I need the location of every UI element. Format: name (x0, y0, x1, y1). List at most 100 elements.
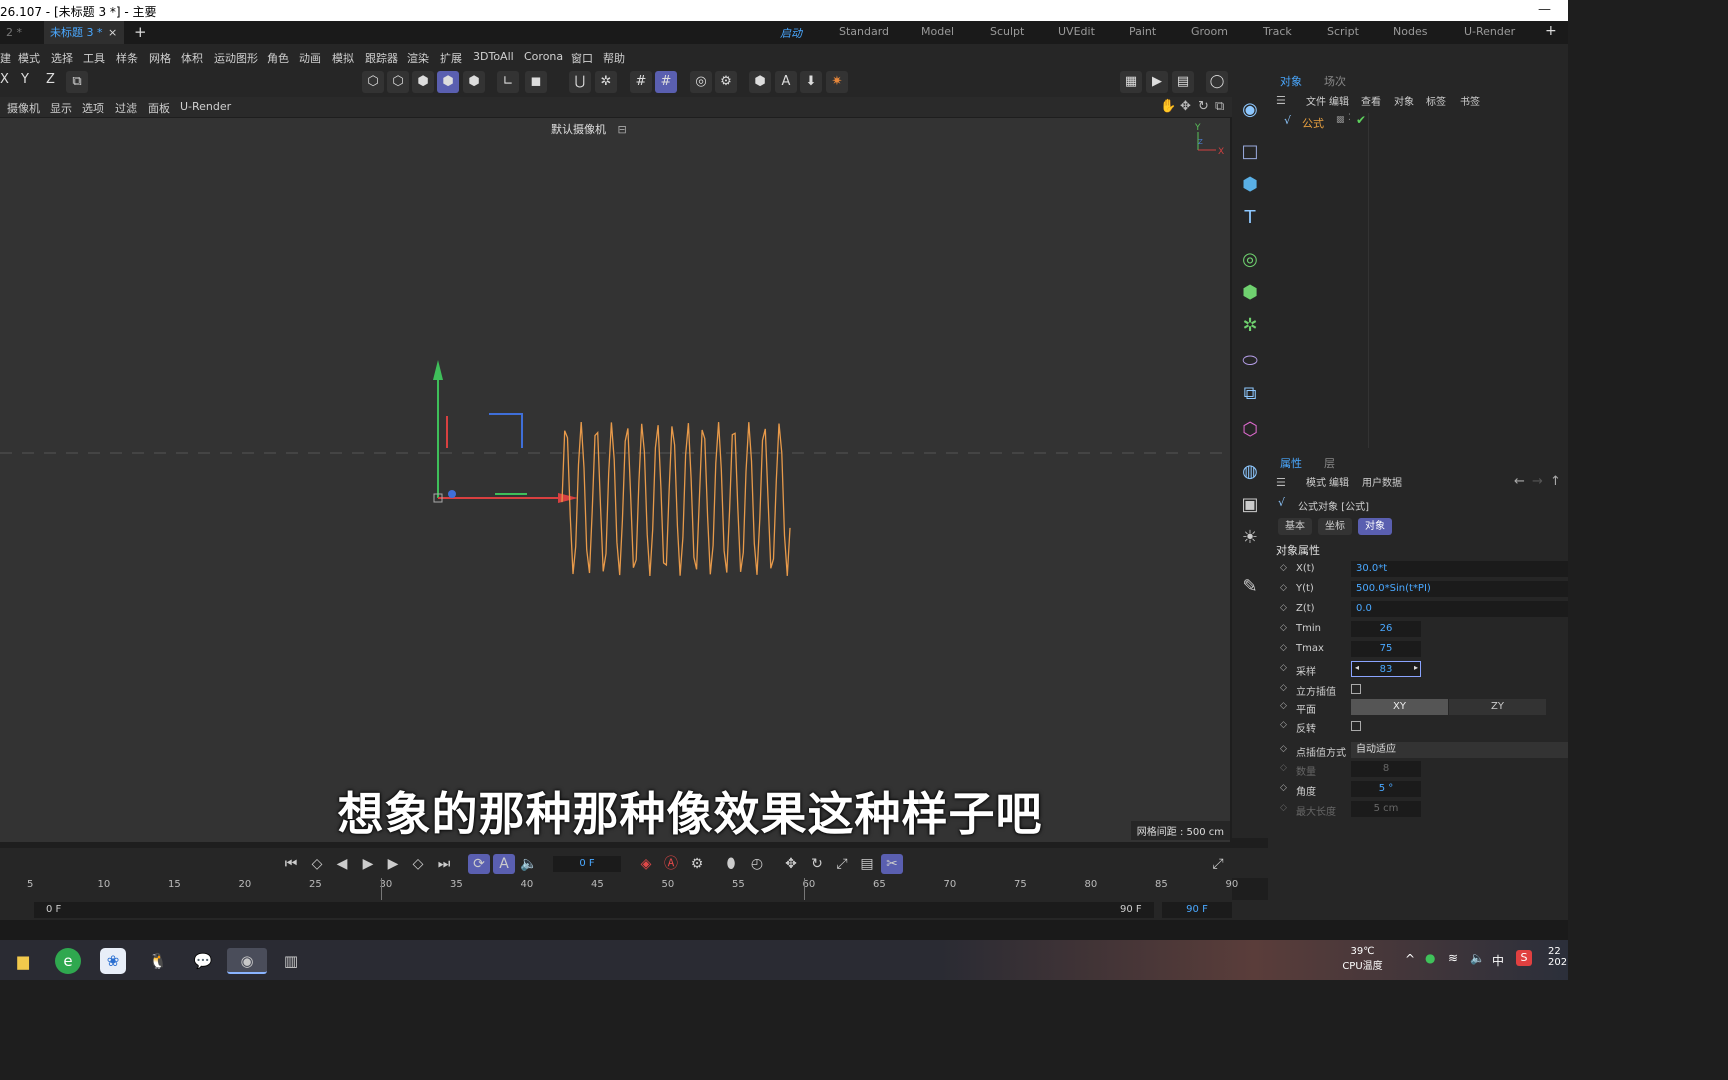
menu-item-11[interactable]: 跟踪器 (365, 50, 398, 66)
menu-item-1[interactable]: 模式 (18, 50, 40, 66)
attr-menu-item-0[interactable]: 模式 (1306, 474, 1326, 489)
axis-mode-icon[interactable]: ∟ (497, 71, 519, 93)
plugin-cube-icon[interactable]: ⬢ (749, 71, 771, 93)
object-menu-item-3[interactable]: 对象 (1394, 93, 1414, 108)
plugin-download-icon[interactable]: ⬇ (800, 71, 822, 93)
axis-z-lock-button[interactable]: Z (46, 72, 55, 87)
uv-mode-icon[interactable]: ⬢ (463, 71, 485, 93)
plane-zy-option[interactable]: ZY (1449, 699, 1546, 715)
maximize-view-icon[interactable]: ⧉ (1215, 99, 1224, 114)
menu-item-3[interactable]: 工具 (83, 50, 105, 66)
plugin-star-icon[interactable]: ✷ (826, 71, 848, 93)
key-pla-icon[interactable]: ✂ (881, 854, 903, 874)
up-arrow-icon[interactable]: ↑ (1550, 474, 1561, 489)
key-rotate-icon[interactable]: ↻ (806, 854, 828, 874)
interp-select[interactable]: 自动适应 (1351, 742, 1568, 758)
polygons-mode-icon[interactable]: ⬢ (412, 71, 434, 93)
cloner-icon[interactable]: ⬢ (1236, 279, 1264, 307)
prev-key-icon[interactable]: ◇ (306, 854, 328, 874)
viewport-menu-item-0[interactable]: 摄像机 (7, 100, 40, 116)
layout-tab-5[interactable]: Paint (1129, 25, 1156, 38)
camera-menu-icon[interactable]: ⊟ (618, 123, 627, 136)
camera-label[interactable]: 默认摄像机 ⊟ (551, 121, 627, 137)
layout-tab-7[interactable]: Track (1263, 25, 1292, 38)
visibility-toggle-icon[interactable]: ▩ (1336, 115, 1345, 125)
coordinate-system-icon[interactable]: ⧉ (66, 71, 88, 93)
effector-icon[interactable]: ✲ (1236, 312, 1264, 340)
object-menu-item-5[interactable]: 书签 (1460, 93, 1480, 108)
object-menu-item-2[interactable]: 查看 (1361, 93, 1381, 108)
goto-end-icon[interactable]: ⏭ (433, 854, 455, 874)
next-frame-icon[interactable]: ▶ (382, 854, 404, 874)
layout-tab-1[interactable]: Standard (839, 25, 889, 38)
viewport-menu-item-5[interactable]: U-Render (180, 100, 231, 113)
attr-row-field[interactable]: 75 (1351, 641, 1421, 657)
keyframe-settings-icon[interactable]: ⚙ (686, 854, 708, 874)
layout-tab-0[interactable]: 启动 (780, 25, 802, 41)
menu-item-5[interactable]: 网格 (149, 50, 171, 66)
layout-tab-4[interactable]: UVEdit (1058, 25, 1095, 38)
menu-item-16[interactable]: 窗口 (571, 50, 593, 66)
enabled-check-icon[interactable]: ✔ (1356, 113, 1366, 127)
edit-render-settings-icon[interactable]: ▤ (1172, 71, 1194, 93)
generator-icon[interactable]: ◎ (1236, 246, 1264, 274)
prev-frame-icon[interactable]: ◀ (331, 854, 353, 874)
viewport-menu-item-4[interactable]: 面板 (148, 100, 170, 116)
sound-icon[interactable]: 🔈 (518, 854, 540, 874)
tab-takes[interactable]: 场次 (1324, 73, 1346, 89)
play-icon[interactable]: ▶ (357, 854, 379, 874)
menu-item-6[interactable]: 体积 (181, 50, 203, 66)
attr-menu-item-1[interactable]: 编辑 (1329, 474, 1349, 489)
key-position-icon[interactable]: ⬮ (720, 854, 742, 874)
move-camera-icon[interactable]: ✥ (1180, 99, 1191, 114)
menu-item-15[interactable]: Corona (524, 50, 563, 63)
maxlen-field[interactable]: 5 cm (1351, 801, 1421, 817)
loop-icon[interactable]: ⟳ (468, 854, 490, 874)
snap-settings-icon[interactable]: ✲ (595, 71, 617, 93)
object-menu-item-1[interactable]: 编辑 (1329, 93, 1349, 108)
key-param-icon[interactable]: ▤ (856, 854, 878, 874)
render-dots-icon[interactable]: ⁚ (1348, 113, 1351, 123)
edges-mode-icon[interactable]: ⬡ (387, 71, 409, 93)
reverse-checkbox[interactable] (1351, 721, 1361, 731)
attr-hamburger-icon[interactable]: ☰ (1276, 476, 1286, 489)
keyframe-diamond-icon[interactable]: ◇ (1280, 623, 1287, 633)
layout-tab-2[interactable]: Model (921, 25, 954, 38)
null-object-icon[interactable]: □ (1236, 138, 1264, 166)
menu-item-4[interactable]: 样条 (116, 50, 138, 66)
menu-item-0[interactable]: 建 (0, 50, 11, 66)
viewport-menu-item-1[interactable]: 显示 (50, 100, 72, 116)
layout-tab-3[interactable]: Sculpt (990, 25, 1024, 38)
back-arrow-icon[interactable]: ← (1514, 474, 1525, 489)
3d-viewport[interactable]: Y X Z 默认摄像机 ⊟ 想象的那种那种像效果这种样子吧 网格间距 : 500… (0, 118, 1230, 842)
timeline-expand-icon[interactable]: ⤢ (1207, 854, 1229, 874)
tray-wechat-icon[interactable]: ● (1425, 951, 1435, 965)
increment-arrow-icon[interactable]: ▸ (1414, 663, 1418, 672)
tray-chevron-icon[interactable]: ^ (1405, 952, 1415, 966)
live-selection-icon[interactable]: ◉ (1236, 96, 1264, 124)
snap-icon[interactable]: ⋃ (569, 71, 591, 93)
subtab-coord[interactable]: 坐标 (1318, 518, 1352, 535)
deformer-icon[interactable]: ⬭ (1236, 347, 1264, 375)
plugin-a-icon[interactable]: A (775, 71, 797, 93)
layout-tab-8[interactable]: Script (1327, 25, 1359, 38)
decrement-arrow-icon[interactable]: ◂ (1355, 663, 1359, 672)
key-move-icon[interactable]: ✥ (780, 854, 802, 874)
menu-item-10[interactable]: 模拟 (332, 50, 354, 66)
menu-item-17[interactable]: 帮助 (603, 50, 625, 66)
object-menu-item-4[interactable]: 标签 (1426, 93, 1446, 108)
points-mode-icon[interactable]: ⬡ (362, 71, 384, 93)
attr-row-field[interactable]: 83 (1351, 661, 1421, 677)
file-explorer-icon[interactable]: ▆ (10, 948, 36, 974)
network-app-icon[interactable]: ❀ (100, 948, 126, 974)
autokey-icon[interactable]: Ⓐ (660, 854, 682, 874)
attr-row-field[interactable]: 30.0*t (1351, 561, 1568, 577)
render-settings-icon[interactable]: ⚙ (715, 71, 737, 93)
subtab-object[interactable]: 对象 (1358, 518, 1392, 535)
key-rotation-icon[interactable]: ◴ (746, 854, 768, 874)
layout-tab-10[interactable]: U-Render (1464, 25, 1515, 38)
render-picture-viewer-icon[interactable]: ▶ (1146, 71, 1168, 93)
menu-item-12[interactable]: 渲染 (407, 50, 429, 66)
environment-icon[interactable]: ◍ (1236, 458, 1264, 486)
doc-tab-prev[interactable]: 2 * (0, 21, 28, 44)
